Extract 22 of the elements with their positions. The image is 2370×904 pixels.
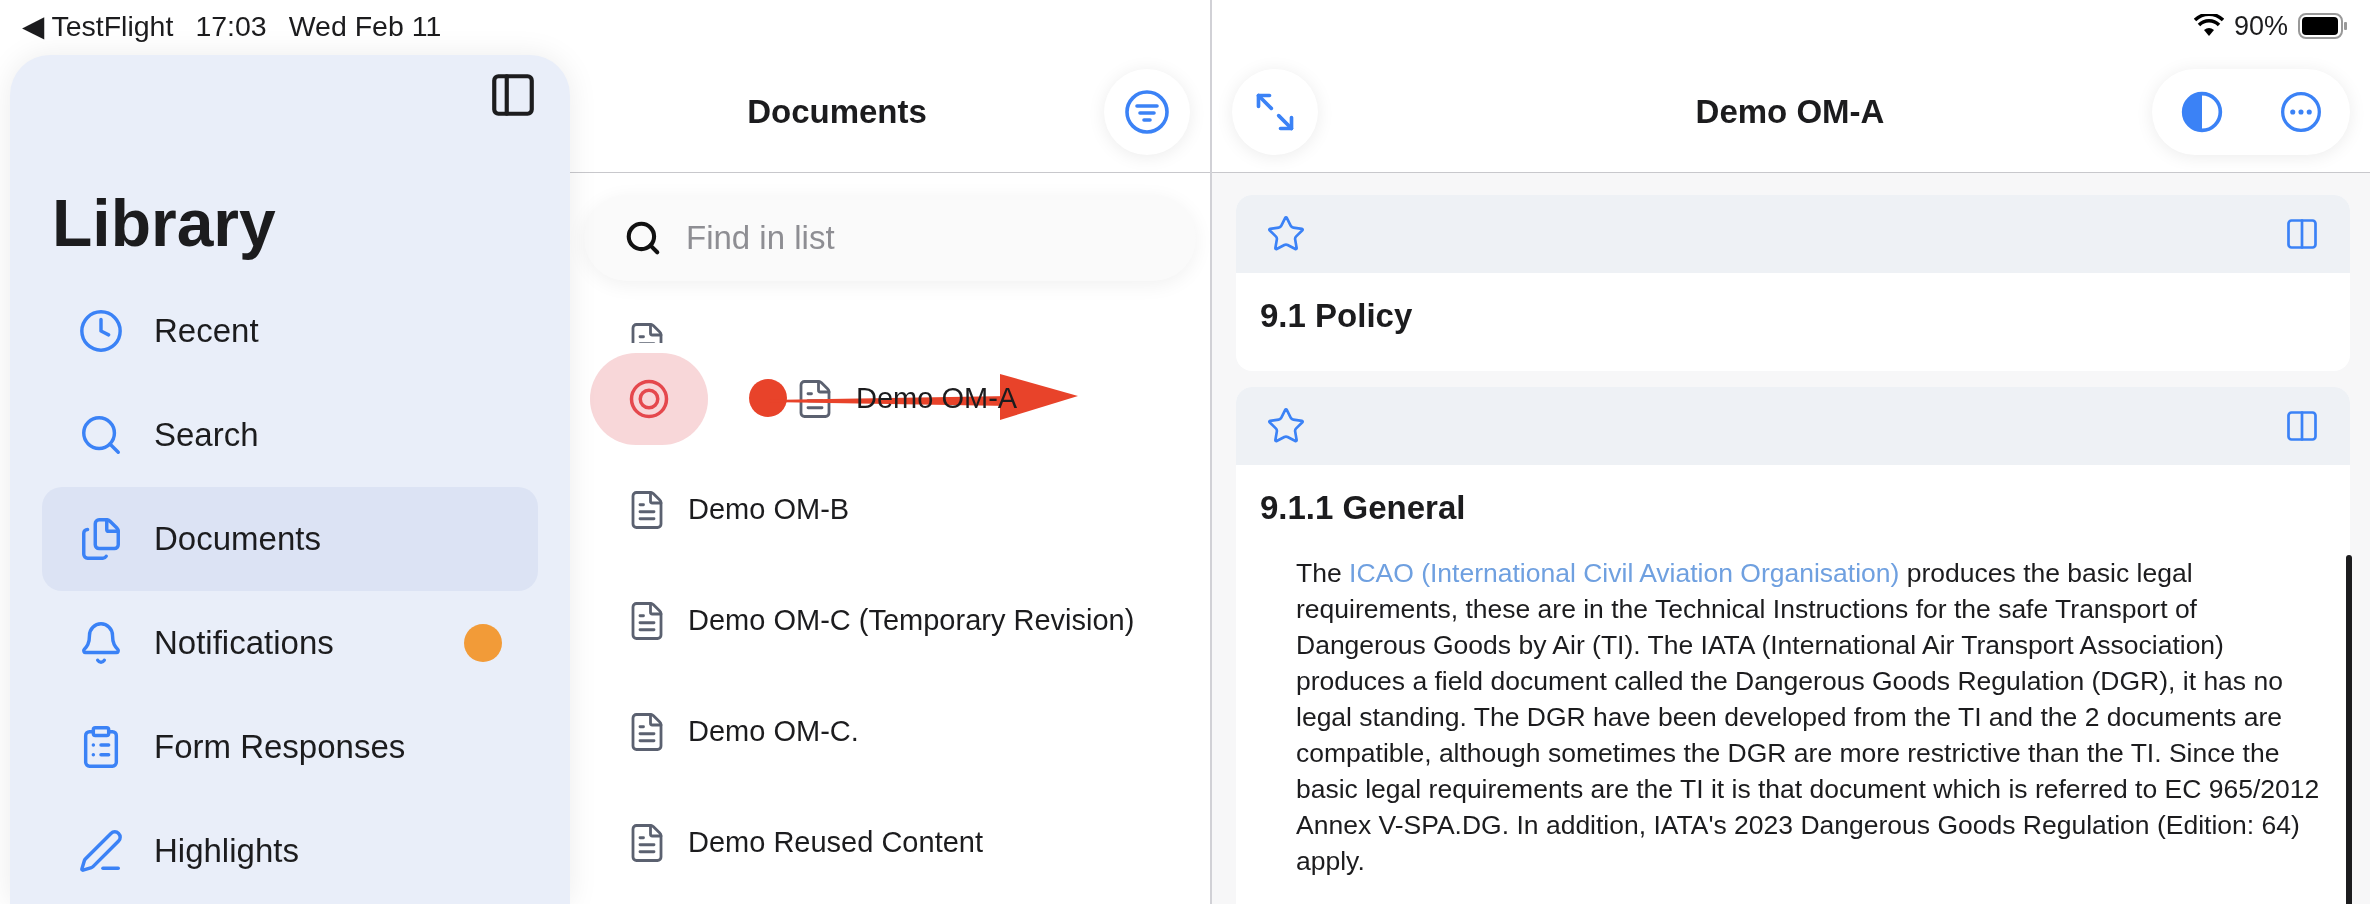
document-row[interactable]: Demo OM-B (570, 454, 1210, 565)
list-title: Documents (746, 93, 928, 131)
search-field[interactable]: Find in list (684, 218, 1156, 258)
status-date: Wed Feb 11 (288, 9, 442, 43)
section-heading: 9.1.1 General (1259, 488, 1467, 527)
document-row[interactable]: Demo Reused Content (570, 787, 1210, 898)
document-row[interactable]: Demo OM-C (Temporary Revision) (570, 565, 1210, 676)
section-paragraph: The ICAO (International Civil Aviation Organisation) produces the basic legal requirements, these are in the Technical Instructions for the safe Transport of Dangerous Goods by Air (TI). The IATA (International Air Transport Association) produces a field document called the Dangerous Goods Regulation (DGR), it has no legal standing. The DGR have been developed from the TI and the 2 documents are compatible, although sometimes the DGR are more restrictive than the TI. Since the basic legal requirements are the TI it is that document which is referred to EC 965/2012 Annex V-SPA.DG. In addition, IATA's 2023 Dangerous Goods Regulation (Edition: 64) apply. (1296, 557, 2321, 878)
sidebar-item[interactable]: Form Responses (42, 695, 538, 799)
sidebar-item[interactable]: Recent (42, 279, 538, 383)
sidebar-item[interactable]: Notifications (42, 591, 538, 695)
status-time: 17:03 (195, 9, 267, 43)
document-title: Demo OM-A (1694, 93, 1886, 131)
search-bar[interactable]: Find in list (584, 195, 1196, 281)
document-row[interactable]: Demo OM-C. (570, 676, 1210, 787)
back-to-app[interactable]: ◀ TestFlight (22, 9, 174, 43)
library-title: Library (52, 185, 277, 261)
sidebar-item[interactable]: Documents (42, 487, 538, 591)
battery-percent: 90% (2233, 10, 2288, 42)
sidebar-item[interactable]: Search (42, 383, 538, 487)
sidebar-item[interactable]: Highlights (42, 799, 538, 903)
section-heading: 9.1 Policy (1259, 296, 1414, 335)
